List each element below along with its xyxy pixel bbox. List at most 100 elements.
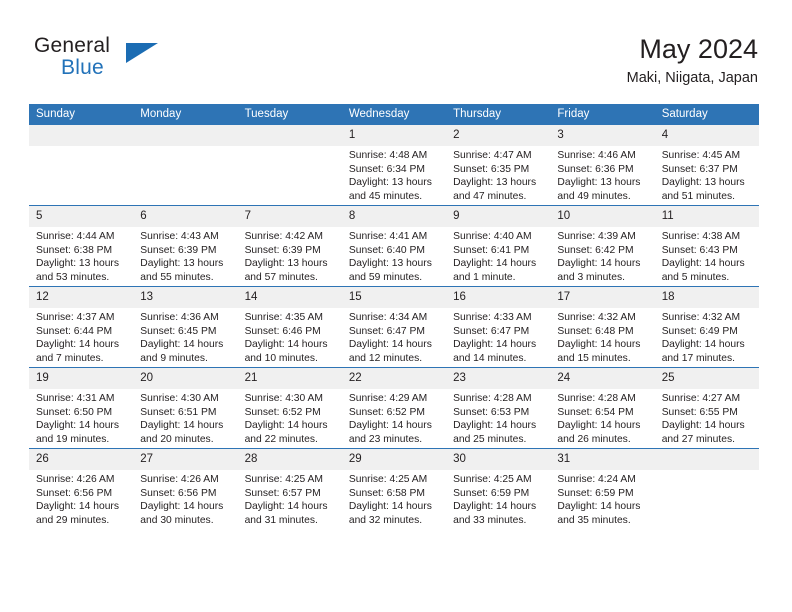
day-cell[interactable] [654,448,759,529]
daylight-text-line2: and 32 minutes. [348,514,423,526]
day-cell[interactable]: 31 Sunrise: 4:24 AM Sunset: 6:59 PM Dayligh… [550,448,655,529]
daylight-text-line1: Daylight: 13 hours [140,258,224,270]
day-cell[interactable]: 26 Sunrise: 4:26 AM Sunset: 6:56 PM Dayligh… [29,448,134,529]
daylight-text-line2: and 30 minutes. [140,514,214,526]
sunset-text: Sunset: 6:50 PM [36,406,113,418]
day-cell[interactable]: 20 Sunrise: 4:30 AM Sunset: 6:51 PM Dayligh… [133,367,238,449]
day-number: 7 [237,206,342,227]
sunset-text: Sunset: 6:45 PM [140,325,217,337]
day-cell[interactable]: 22 Sunrise: 4:29 AM Sunset: 6:52 PM Dayligh… [341,367,447,449]
daylight-text-line2: and 22 minutes. [244,433,318,445]
sunset-text: Sunset: 6:53 PM [453,406,530,418]
daylight-text-line1: Daylight: 14 hours [244,339,328,351]
daylight-text-line1: Daylight: 14 hours [36,501,119,513]
calendar-week-row: 5 Sunrise: 4:44 AM Sunset: 6:38 PM Daylight… [29,205,759,287]
calendar-page: General Blue May 2024 Maki, Niigata, Jap… [0,0,792,612]
calendar-week-row: 19 Sunrise: 4:31 AM Sunset: 6:50 PM Dayligh… [29,367,759,449]
day-cell[interactable]: 9 Sunrise: 4:40 AM Sunset: 6:41 PM Daylight… [446,205,551,287]
day-cell[interactable]: 5 Sunrise: 4:44 AM Sunset: 6:38 PM Daylight… [29,205,134,287]
day-cell[interactable]: 23 Sunrise: 4:28 AM Sunset: 6:53 PM Dayligh… [446,367,551,449]
sunrise-text: Sunrise: 4:29 AM [348,393,428,404]
daylight-text-line1: Daylight: 14 hours [244,420,328,432]
day-number: 16 [446,287,551,308]
sunset-text: Sunset: 6:34 PM [348,163,425,175]
day-cell[interactable]: 12 Sunrise: 4:37 AM Sunset: 6:44 PM Dayligh… [29,286,134,368]
sunrise-text: Sunrise: 4:28 AM [453,393,532,404]
daylight-text-line1: Daylight: 14 hours [36,339,119,351]
day-number: 28 [237,449,342,470]
day-details: Sunrise: 4:40 AM Sunset: 6:41 PM Daylight:… [446,227,550,284]
sunrise-text: Sunrise: 4:25 AM [348,474,428,485]
sunrise-text: Sunrise: 4:36 AM [140,312,219,323]
daylight-text-line2: and 9 minutes. [140,352,208,364]
sunset-text: Sunset: 6:59 PM [453,487,530,499]
day-cell[interactable]: 30 Sunrise: 4:25 AM Sunset: 6:59 PM Dayligh… [446,448,551,529]
sunset-text: Sunset: 6:38 PM [36,244,113,256]
sunset-text: Sunset: 6:40 PM [348,244,425,256]
logo-text-blue: Blue [61,56,104,79]
day-details: Sunrise: 4:32 AM Sunset: 6:48 PM Daylight:… [550,308,654,365]
day-cell[interactable]: 21 Sunrise: 4:30 AM Sunset: 6:52 PM Dayligh… [237,367,342,449]
day-cell[interactable]: 14 Sunrise: 4:35 AM Sunset: 6:46 PM Dayligh… [237,286,342,368]
sunrise-text: Sunrise: 4:24 AM [557,474,636,485]
day-details: Sunrise: 4:27 AM Sunset: 6:55 PM Daylight:… [655,389,759,446]
weekday-header-wednesday: Wednesday [341,104,447,125]
day-cell[interactable]: 4 Sunrise: 4:45 AM Sunset: 6:37 PM Daylight… [654,125,759,206]
day-details: Sunrise: 4:28 AM Sunset: 6:53 PM Daylight:… [446,389,550,446]
day-details [655,470,759,473]
day-cell[interactable]: 10 Sunrise: 4:39 AM Sunset: 6:42 PM Dayligh… [550,205,655,287]
day-cell[interactable]: 28 Sunrise: 4:25 AM Sunset: 6:57 PM Dayligh… [237,448,342,529]
page-title: May 2024 [639,34,758,64]
day-cell[interactable]: 16 Sunrise: 4:33 AM Sunset: 6:47 PM Dayligh… [446,286,551,368]
day-details: Sunrise: 4:33 AM Sunset: 6:47 PM Daylight:… [446,308,550,365]
sunset-text: Sunset: 6:56 PM [140,487,217,499]
daylight-text-line1: Daylight: 13 hours [557,177,641,189]
sunset-text: Sunset: 6:48 PM [557,325,634,337]
weekday-header-tuesday: Tuesday [237,104,342,125]
day-cell[interactable]: 3 Sunrise: 4:46 AM Sunset: 6:36 PM Daylight… [550,125,655,206]
day-number: 9 [446,206,551,227]
sunrise-text: Sunrise: 4:30 AM [140,393,219,404]
page-subtitle: Maki, Niigata, Japan [626,70,758,86]
day-cell[interactable]: 11 Sunrise: 4:38 AM Sunset: 6:43 PM Dayligh… [654,205,759,287]
day-cell[interactable]: 7 Sunrise: 4:42 AM Sunset: 6:39 PM Daylight… [237,205,342,287]
day-cell[interactable]: 6 Sunrise: 4:43 AM Sunset: 6:39 PM Daylight… [133,205,238,287]
day-details: Sunrise: 4:46 AM Sunset: 6:36 PM Daylight:… [550,146,654,203]
day-cell[interactable]: 29 Sunrise: 4:25 AM Sunset: 6:58 PM Dayligh… [341,448,447,529]
day-cell[interactable]: 17 Sunrise: 4:32 AM Sunset: 6:48 PM Dayligh… [550,286,655,368]
daylight-text-line1: Daylight: 13 hours [36,258,119,270]
day-cell[interactable]: 18 Sunrise: 4:32 AM Sunset: 6:49 PM Dayligh… [654,286,759,368]
sunset-text: Sunset: 6:37 PM [661,163,738,175]
day-cell[interactable]: 27 Sunrise: 4:26 AM Sunset: 6:56 PM Dayligh… [133,448,238,529]
day-cell[interactable]: 24 Sunrise: 4:28 AM Sunset: 6:54 PM Dayligh… [550,367,655,449]
day-cell[interactable]: 1 Sunrise: 4:48 AM Sunset: 6:34 PM Daylight… [341,125,447,206]
sunset-text: Sunset: 6:49 PM [661,325,738,337]
day-details: Sunrise: 4:25 AM Sunset: 6:58 PM Daylight:… [342,470,446,527]
daylight-text-line1: Daylight: 14 hours [244,501,328,513]
day-cell[interactable]: 15 Sunrise: 4:34 AM Sunset: 6:47 PM Dayligh… [341,286,447,368]
day-cell[interactable]: 19 Sunrise: 4:31 AM Sunset: 6:50 PM Dayligh… [29,367,134,449]
day-cell[interactable] [237,125,342,206]
day-cell[interactable]: 13 Sunrise: 4:36 AM Sunset: 6:45 PM Dayligh… [133,286,238,368]
day-cell[interactable]: 2 Sunrise: 4:47 AM Sunset: 6:35 PM Daylight… [446,125,551,206]
daylight-text-line1: Daylight: 13 hours [661,177,745,189]
day-details: Sunrise: 4:24 AM Sunset: 6:59 PM Daylight:… [550,470,654,527]
general-blue-logo[interactable]: General Blue [34,34,234,90]
daylight-text-line2: and 59 minutes. [348,271,423,283]
day-cell[interactable] [133,125,238,206]
day-cell[interactable]: 8 Sunrise: 4:41 AM Sunset: 6:40 PM Daylight… [341,205,447,287]
weekday-header-saturday: Saturday [654,104,759,125]
daylight-text-line1: Daylight: 13 hours [244,258,328,270]
daylight-text-line1: Daylight: 14 hours [36,420,119,432]
daylight-text-line2: and 25 minutes. [453,433,527,445]
day-details: Sunrise: 4:35 AM Sunset: 6:46 PM Daylight:… [238,308,342,365]
calendar-body: 1 Sunrise: 4:48 AM Sunset: 6:34 PM Daylight… [29,125,759,529]
sunrise-text: Sunrise: 4:42 AM [244,231,323,242]
sunset-text: Sunset: 6:52 PM [348,406,425,418]
day-cell[interactable]: 25 Sunrise: 4:27 AM Sunset: 6:55 PM Dayligh… [654,367,759,449]
day-number: 24 [550,368,655,389]
day-number: 6 [133,206,238,227]
sunrise-text: Sunrise: 4:37 AM [36,312,115,323]
day-cell[interactable] [29,125,134,206]
day-details: Sunrise: 4:32 AM Sunset: 6:49 PM Daylight:… [655,308,759,365]
